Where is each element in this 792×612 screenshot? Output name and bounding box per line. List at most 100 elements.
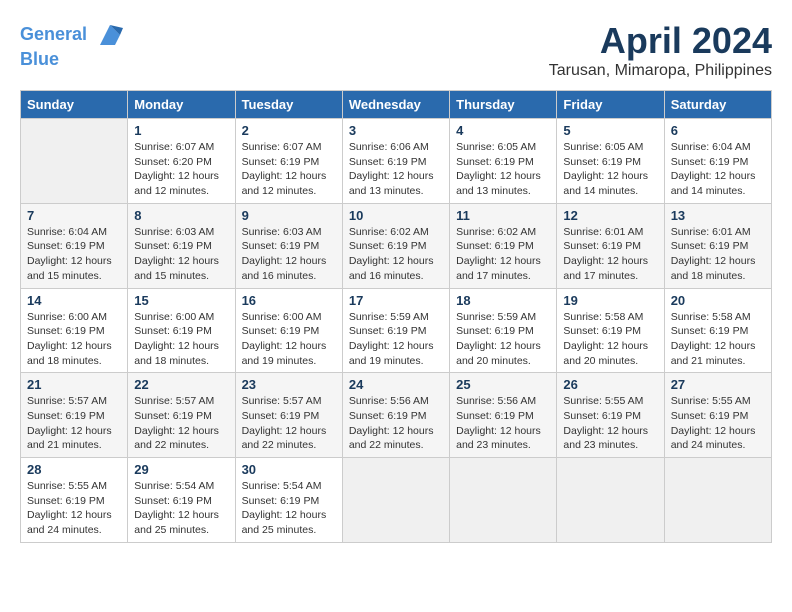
day-number: 10 xyxy=(349,208,443,223)
day-number: 13 xyxy=(671,208,765,223)
day-number: 25 xyxy=(456,377,550,392)
weekday-header-saturday: Saturday xyxy=(664,91,771,119)
logo: General Blue xyxy=(20,20,125,70)
day-info: Sunrise: 5:55 AM Sunset: 6:19 PM Dayligh… xyxy=(671,394,765,453)
day-number: 6 xyxy=(671,123,765,138)
day-number: 1 xyxy=(134,123,228,138)
day-number: 17 xyxy=(349,293,443,308)
calendar-cell: 10Sunrise: 6:02 AM Sunset: 6:19 PM Dayli… xyxy=(342,203,449,288)
day-number: 14 xyxy=(27,293,121,308)
day-info: Sunrise: 6:00 AM Sunset: 6:19 PM Dayligh… xyxy=(242,310,336,369)
day-info: Sunrise: 6:00 AM Sunset: 6:19 PM Dayligh… xyxy=(134,310,228,369)
weekday-header-thursday: Thursday xyxy=(450,91,557,119)
day-number: 5 xyxy=(563,123,657,138)
calendar-body: 1 Sunrise: 6:07 AM Sunset: 6:20 PM Daylig… xyxy=(21,119,772,543)
day-info: Sunrise: 6:00 AM Sunset: 6:19 PM Dayligh… xyxy=(27,310,121,369)
day-info: Sunrise: 6:02 AM Sunset: 6:19 PM Dayligh… xyxy=(456,225,550,284)
calendar-cell: 29 Sunrise: 5:54 AM Sunset: 6:19 PM Dayli… xyxy=(128,458,235,543)
day-info: Sunrise: 6:01 AM Sunset: 6:19 PM Dayligh… xyxy=(563,225,657,284)
day-info: Sunrise: 6:05 AM Sunset: 6:19 PM Dayligh… xyxy=(563,140,657,199)
calendar-cell xyxy=(342,458,449,543)
month-title: April 2024 xyxy=(549,20,772,62)
day-number: 4 xyxy=(456,123,550,138)
day-info: Sunrise: 5:58 AM Sunset: 6:19 PM Dayligh… xyxy=(671,310,765,369)
calendar-cell: 28 Sunrise: 5:55 AM Sunset: 6:19 PM Dayli… xyxy=(21,458,128,543)
day-info: Sunrise: 6:04 AM Sunset: 6:19 PM Dayligh… xyxy=(27,225,121,284)
calendar-week-1: 1 Sunrise: 6:07 AM Sunset: 6:20 PM Daylig… xyxy=(21,119,772,204)
day-info: Sunrise: 6:07 AM Sunset: 6:20 PM Dayligh… xyxy=(134,140,228,199)
calendar-cell: 19Sunrise: 5:58 AM Sunset: 6:19 PM Dayli… xyxy=(557,288,664,373)
day-number: 27 xyxy=(671,377,765,392)
calendar-cell: 22 Sunrise: 5:57 AM Sunset: 6:19 PM Dayli… xyxy=(128,373,235,458)
title-block: April 2024 Tarusan, Mimaropa, Philippine… xyxy=(549,20,772,80)
weekday-header-sunday: Sunday xyxy=(21,91,128,119)
day-number: 11 xyxy=(456,208,550,223)
calendar-cell: 24Sunrise: 5:56 AM Sunset: 6:19 PM Dayli… xyxy=(342,373,449,458)
day-info: Sunrise: 5:54 AM Sunset: 6:19 PM Dayligh… xyxy=(242,479,336,538)
calendar-cell: 27 Sunrise: 5:55 AM Sunset: 6:19 PM Dayli… xyxy=(664,373,771,458)
day-number: 7 xyxy=(27,208,121,223)
day-number: 16 xyxy=(242,293,336,308)
calendar-cell: 7 Sunrise: 6:04 AM Sunset: 6:19 PM Daylig… xyxy=(21,203,128,288)
logo-subtext: Blue xyxy=(20,50,125,70)
logo-text: General xyxy=(20,20,125,50)
day-number: 9 xyxy=(242,208,336,223)
calendar-cell: 11 Sunrise: 6:02 AM Sunset: 6:19 PM Dayli… xyxy=(450,203,557,288)
day-info: Sunrise: 5:59 AM Sunset: 6:19 PM Dayligh… xyxy=(349,310,443,369)
day-number: 29 xyxy=(134,462,228,477)
weekday-header-row: SundayMondayTuesdayWednesdayThursdayFrid… xyxy=(21,91,772,119)
calendar-cell: 12 Sunrise: 6:01 AM Sunset: 6:19 PM Dayli… xyxy=(557,203,664,288)
day-number: 2 xyxy=(242,123,336,138)
day-info: Sunrise: 6:04 AM Sunset: 6:19 PM Dayligh… xyxy=(671,140,765,199)
day-number: 15 xyxy=(134,293,228,308)
day-info: Sunrise: 5:57 AM Sunset: 6:19 PM Dayligh… xyxy=(242,394,336,453)
calendar-cell: 20 Sunrise: 5:58 AM Sunset: 6:19 PM Dayli… xyxy=(664,288,771,373)
calendar-cell: 9 Sunrise: 6:03 AM Sunset: 6:19 PM Daylig… xyxy=(235,203,342,288)
calendar-cell xyxy=(664,458,771,543)
day-info: Sunrise: 5:57 AM Sunset: 6:19 PM Dayligh… xyxy=(27,394,121,453)
calendar-table: SundayMondayTuesdayWednesdayThursdayFrid… xyxy=(20,90,772,543)
day-info: Sunrise: 5:55 AM Sunset: 6:19 PM Dayligh… xyxy=(27,479,121,538)
day-info: Sunrise: 5:56 AM Sunset: 6:19 PM Dayligh… xyxy=(456,394,550,453)
calendar-cell: 2Sunrise: 6:07 AM Sunset: 6:19 PM Daylig… xyxy=(235,119,342,204)
day-info: Sunrise: 6:03 AM Sunset: 6:19 PM Dayligh… xyxy=(242,225,336,284)
day-number: 22 xyxy=(134,377,228,392)
calendar-cell xyxy=(450,458,557,543)
day-number: 30 xyxy=(242,462,336,477)
day-number: 26 xyxy=(563,377,657,392)
day-info: Sunrise: 6:01 AM Sunset: 6:19 PM Dayligh… xyxy=(671,225,765,284)
day-info: Sunrise: 5:56 AM Sunset: 6:19 PM Dayligh… xyxy=(349,394,443,453)
day-number: 28 xyxy=(27,462,121,477)
calendar-cell: 14 Sunrise: 6:00 AM Sunset: 6:19 PM Dayli… xyxy=(21,288,128,373)
calendar-cell: 23 Sunrise: 5:57 AM Sunset: 6:19 PM Dayli… xyxy=(235,373,342,458)
day-number: 18 xyxy=(456,293,550,308)
day-info: Sunrise: 5:55 AM Sunset: 6:19 PM Dayligh… xyxy=(563,394,657,453)
day-number: 12 xyxy=(563,208,657,223)
calendar-week-4: 21 Sunrise: 5:57 AM Sunset: 6:19 PM Dayli… xyxy=(21,373,772,458)
calendar-cell: 1 Sunrise: 6:07 AM Sunset: 6:20 PM Daylig… xyxy=(128,119,235,204)
day-info: Sunrise: 5:54 AM Sunset: 6:19 PM Dayligh… xyxy=(134,479,228,538)
calendar-cell xyxy=(21,119,128,204)
day-number: 20 xyxy=(671,293,765,308)
calendar-cell: 26 Sunrise: 5:55 AM Sunset: 6:19 PM Dayli… xyxy=(557,373,664,458)
day-info: Sunrise: 6:06 AM Sunset: 6:19 PM Dayligh… xyxy=(349,140,443,199)
calendar-cell: 6 Sunrise: 6:04 AM Sunset: 6:19 PM Daylig… xyxy=(664,119,771,204)
location-subtitle: Tarusan, Mimaropa, Philippines xyxy=(549,62,772,80)
calendar-cell: 17 Sunrise: 5:59 AM Sunset: 6:19 PM Dayli… xyxy=(342,288,449,373)
day-info: Sunrise: 5:57 AM Sunset: 6:19 PM Dayligh… xyxy=(134,394,228,453)
calendar-cell xyxy=(557,458,664,543)
day-number: 23 xyxy=(242,377,336,392)
calendar-cell: 3 Sunrise: 6:06 AM Sunset: 6:19 PM Daylig… xyxy=(342,119,449,204)
weekday-header-tuesday: Tuesday xyxy=(235,91,342,119)
calendar-cell: 16 Sunrise: 6:00 AM Sunset: 6:19 PM Dayli… xyxy=(235,288,342,373)
calendar-cell: 30 Sunrise: 5:54 AM Sunset: 6:19 PM Dayli… xyxy=(235,458,342,543)
weekday-header-wednesday: Wednesday xyxy=(342,91,449,119)
calendar-cell: 13 Sunrise: 6:01 AM Sunset: 6:19 PM Dayli… xyxy=(664,203,771,288)
calendar-cell: 15 Sunrise: 6:00 AM Sunset: 6:19 PM Dayli… xyxy=(128,288,235,373)
calendar-cell: 21 Sunrise: 5:57 AM Sunset: 6:19 PM Dayli… xyxy=(21,373,128,458)
day-number: 21 xyxy=(27,377,121,392)
day-number: 3 xyxy=(349,123,443,138)
weekday-header-friday: Friday xyxy=(557,91,664,119)
calendar-cell: 8Sunrise: 6:03 AM Sunset: 6:19 PM Daylig… xyxy=(128,203,235,288)
logo-icon xyxy=(95,20,125,50)
